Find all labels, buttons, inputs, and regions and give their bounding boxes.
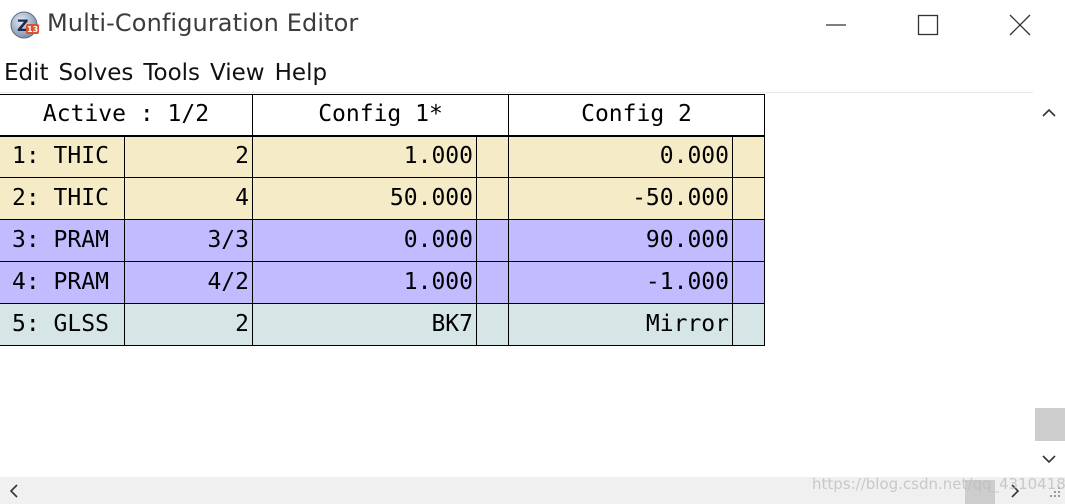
- row-param-value[interactable]: 3/3: [125, 220, 253, 262]
- grid-top-border: [0, 94, 765, 95]
- row-config-1-value[interactable]: 1.000: [253, 262, 477, 304]
- row-config-2-solve[interactable]: [733, 136, 765, 178]
- row-config-2-value[interactable]: -1.000: [509, 262, 733, 304]
- row-param-value[interactable]: 2: [125, 136, 253, 178]
- row-config-2-value[interactable]: -50.000: [509, 178, 733, 220]
- row-config-2-solve[interactable]: [733, 304, 765, 346]
- row-operand-label[interactable]: 5: GLSS: [0, 304, 125, 346]
- row-param-value[interactable]: 2: [125, 304, 253, 346]
- menu-edit[interactable]: Edit: [0, 55, 54, 91]
- editor-grid-area: Active : 1/2 Config 1* Config 2 1: THIC 2…: [0, 92, 1033, 477]
- header-config-2[interactable]: Config 2: [509, 94, 765, 136]
- row-config-1-solve[interactable]: [477, 136, 509, 178]
- row-config-2-solve[interactable]: [733, 220, 765, 262]
- menu-view[interactable]: View: [205, 55, 270, 91]
- chevron-down-icon: [1042, 455, 1056, 464]
- chevron-left-icon: [9, 484, 18, 498]
- menu-help[interactable]: Help: [270, 55, 332, 91]
- row-config-1-value[interactable]: 0.000: [253, 220, 477, 262]
- row-config-1-value[interactable]: 50.000: [253, 178, 477, 220]
- row-config-2-value[interactable]: 90.000: [509, 220, 733, 262]
- header-divider: [0, 135, 765, 137]
- row-operand-label[interactable]: 3: PRAM: [0, 220, 125, 262]
- row-config-2-solve[interactable]: [733, 262, 765, 304]
- watermark: https://blog.csdn.net/qq_43104187: [812, 475, 1065, 493]
- row-config-1-value[interactable]: 1.000: [253, 136, 477, 178]
- menu-tools[interactable]: Tools: [138, 55, 205, 91]
- close-button[interactable]: [974, 0, 1065, 50]
- maximize-icon: [917, 14, 939, 36]
- row-param-value[interactable]: 4/2: [125, 262, 253, 304]
- row-config-2-value[interactable]: Mirror: [509, 304, 733, 346]
- title-bar: Z 13 Multi-Configuration Editor: [0, 0, 1065, 50]
- close-icon: [1009, 14, 1031, 36]
- row-operand-label[interactable]: 4: PRAM: [0, 262, 125, 304]
- vertical-scroll-thumb[interactable]: [1035, 408, 1065, 441]
- scroll-left-button[interactable]: [4, 481, 24, 501]
- menu-bar: Edit Solves Tools View Help: [0, 55, 332, 91]
- row-config-1-solve[interactable]: [477, 304, 509, 346]
- vertical-scrollbar[interactable]: [1033, 92, 1065, 477]
- scroll-down-button[interactable]: [1033, 444, 1065, 474]
- row-operand-label[interactable]: 1: THIC: [0, 136, 125, 178]
- minimize-icon: [826, 24, 846, 26]
- chevron-up-icon: [1042, 108, 1056, 117]
- row-config-1-value[interactable]: BK7: [253, 304, 477, 346]
- row-config-1-solve[interactable]: [477, 262, 509, 304]
- menu-solves[interactable]: Solves: [54, 55, 139, 91]
- maximize-button[interactable]: [882, 0, 974, 50]
- row-config-2-solve[interactable]: [733, 178, 765, 220]
- header-config-1[interactable]: Config 1*: [253, 94, 509, 136]
- scroll-up-button[interactable]: [1033, 98, 1065, 128]
- header-active[interactable]: Active : 1/2: [0, 94, 253, 136]
- row-config-1-solve[interactable]: [477, 178, 509, 220]
- row-param-value[interactable]: 4: [125, 178, 253, 220]
- row-config-2-value[interactable]: 0.000: [509, 136, 733, 178]
- app-icon: Z 13: [10, 11, 39, 39]
- row-operand-label[interactable]: 2: THIC: [0, 178, 125, 220]
- svg-text:13: 13: [27, 25, 38, 34]
- minimize-button[interactable]: [790, 0, 882, 50]
- window-title: Multi-Configuration Editor: [47, 9, 359, 37]
- row-config-1-solve[interactable]: [477, 220, 509, 262]
